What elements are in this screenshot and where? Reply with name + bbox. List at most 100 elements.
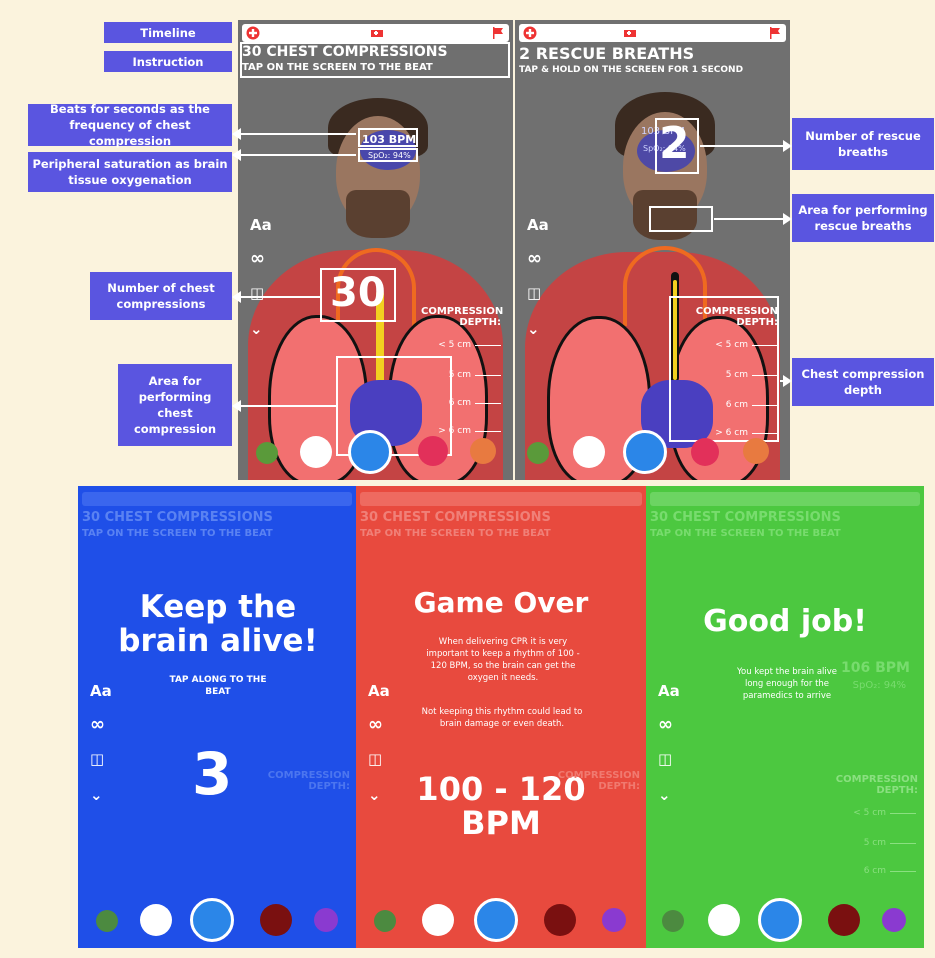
arrow-rescue-count — [700, 140, 792, 152]
overlay-heading: Good job! — [703, 604, 867, 639]
timeline-bar — [360, 492, 642, 506]
bpm-unit: BPM — [461, 804, 541, 842]
flag-icon — [493, 27, 503, 39]
callout-chest-count: Number of chest compressions — [90, 272, 232, 320]
depth-row: 6 cm — [449, 398, 501, 408]
depth-label: COMPRESSION DEPTH: — [835, 774, 918, 796]
shutter-button[interactable] — [190, 898, 234, 942]
home-icon[interactable] — [708, 904, 740, 936]
arrow-beats — [232, 128, 356, 140]
overlay-heading: Game Over — [413, 586, 589, 619]
bpm-frame — [358, 128, 418, 147]
compression-count-frame — [320, 268, 396, 322]
bg-title: 30 CHEST COMPRESSIONS — [650, 510, 841, 525]
layout-icon[interactable]: ◫ — [368, 750, 382, 768]
callout-rescue-count: Number of rescue breaths — [792, 118, 934, 170]
timeline-bar — [82, 492, 352, 506]
filter-icon[interactable] — [662, 910, 684, 932]
shutter-button[interactable] — [623, 430, 667, 474]
person-beard — [346, 190, 410, 238]
text-icon[interactable]: Aa — [250, 216, 272, 234]
arrow-depth — [780, 375, 792, 387]
depth-row-label: 6 cm — [448, 398, 471, 408]
ambulance-icon — [371, 30, 383, 37]
depth-row-label: 5 cm — [448, 370, 471, 380]
overlay-heading: Keep the brain alive! — [118, 589, 318, 659]
filter-icon[interactable] — [374, 910, 396, 932]
depth-row-label: < 5 cm — [438, 340, 471, 350]
effect-icon[interactable] — [260, 904, 292, 936]
depth-frame — [669, 296, 779, 442]
depth-row: 5 cm — [449, 370, 501, 380]
layout-icon[interactable]: ◫ — [250, 284, 264, 302]
depth-row: < 5 cm — [438, 340, 501, 350]
bottom-bar — [646, 898, 924, 942]
chevron-down-icon[interactable]: ⌄ — [658, 786, 671, 804]
loop-icon[interactable]: ∞ — [658, 714, 673, 735]
home-icon[interactable] — [422, 904, 454, 936]
effect-icon[interactable] — [544, 904, 576, 936]
home-icon[interactable] — [300, 436, 332, 468]
effect-icon[interactable] — [470, 438, 496, 464]
callout-spo2: Peripheral saturation as brain tissue ox… — [28, 152, 232, 192]
effect-icon[interactable] — [314, 908, 338, 932]
screen-chest-compressions: 30 CHEST COMPRESSIONS TAP ON THE SCREEN … — [238, 20, 513, 480]
bottom-bar — [515, 430, 790, 474]
callout-instruction: Instruction — [104, 51, 232, 72]
depth-row: 6 cm — [864, 866, 916, 876]
filter-icon[interactable] — [527, 442, 549, 464]
shutter-button[interactable] — [348, 430, 392, 474]
chevron-down-icon[interactable]: ⌄ — [368, 786, 381, 804]
effect-icon[interactable] — [743, 438, 769, 464]
loop-icon[interactable]: ∞ — [368, 714, 383, 735]
chevron-down-icon[interactable]: ⌄ — [250, 320, 263, 338]
loop-icon[interactable]: ∞ — [527, 248, 542, 269]
effect-icon[interactable] — [828, 904, 860, 936]
bg-subtitle: TAP ON THE SCREEN TO THE BEAT — [650, 528, 841, 539]
layout-icon[interactable]: ◫ — [527, 284, 541, 302]
layout-icon[interactable]: ◫ — [90, 750, 104, 768]
arrow-chest-count — [232, 291, 320, 303]
text-icon[interactable]: Aa — [90, 682, 112, 700]
bottom-bar — [356, 898, 646, 942]
bottom-bar — [78, 898, 356, 942]
layout-icon[interactable]: ◫ — [658, 750, 672, 768]
timeline-bar — [242, 24, 509, 42]
effect-icon[interactable] — [882, 908, 906, 932]
medical-cross-icon — [246, 26, 260, 40]
loop-icon[interactable]: ∞ — [90, 714, 105, 735]
effect-icon[interactable] — [691, 438, 719, 466]
overlay-paragraph: You kept the brain alive long enough for… — [736, 667, 838, 701]
arrow-rescue-area — [714, 213, 792, 225]
chevron-down-icon[interactable]: ⌄ — [527, 320, 540, 338]
depth-row: 5 cm — [864, 838, 916, 848]
effect-icon[interactable] — [418, 436, 448, 466]
chevron-down-icon[interactable]: ⌄ — [90, 786, 103, 804]
rescue-area-frame[interactable] — [649, 206, 713, 232]
overlay-subtext: TAP ALONG TO THE BEAT — [169, 675, 267, 697]
loop-icon[interactable]: ∞ — [250, 248, 265, 269]
depth-row: < 5 cm — [853, 808, 916, 818]
flag-icon — [770, 27, 780, 39]
callout-timeline: Timeline — [104, 22, 232, 43]
spo2-frame — [358, 148, 418, 162]
filter-icon[interactable] — [256, 442, 278, 464]
ambulance-icon — [624, 30, 636, 37]
shutter-button[interactable] — [474, 898, 518, 942]
effect-icon[interactable] — [602, 908, 626, 932]
filter-icon[interactable] — [96, 910, 118, 932]
depth-row-label: 5 cm — [863, 838, 886, 848]
text-icon[interactable]: Aa — [527, 216, 549, 234]
screen-good-job: 30 CHEST COMPRESSIONS TAP ON THE SCREEN … — [646, 486, 924, 948]
text-icon[interactable]: Aa — [368, 682, 390, 700]
home-icon[interactable] — [140, 904, 172, 936]
arrow-spo2 — [232, 149, 356, 161]
depth-label: COMPRESSION DEPTH: — [421, 306, 504, 328]
screen-rescue-breaths: 2 RESCUE BREATHS TAP & HOLD ON THE SCREE… — [515, 20, 790, 480]
instruction-frame — [240, 42, 510, 78]
shutter-button[interactable] — [758, 898, 802, 942]
text-icon[interactable]: Aa — [658, 682, 680, 700]
bottom-bar — [238, 430, 513, 474]
callout-chest-area: Area for performing chest compression — [118, 364, 232, 446]
home-icon[interactable] — [573, 436, 605, 468]
